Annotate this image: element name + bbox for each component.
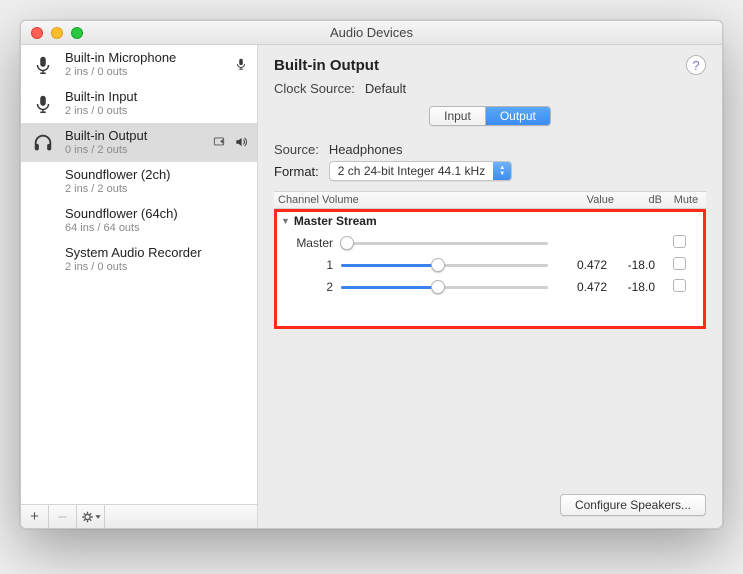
channel-row: 1 0.472-18.0 bbox=[281, 254, 699, 276]
tab-output[interactable]: Output bbox=[486, 107, 550, 125]
device-io: 2 ins / 0 outs bbox=[65, 105, 241, 119]
device-name: Built-in Output bbox=[65, 128, 203, 144]
stream-label: Master Stream bbox=[294, 214, 377, 228]
default-input-icon bbox=[233, 57, 249, 74]
mute-cell bbox=[659, 257, 699, 273]
device-io: 2 ins / 0 outs bbox=[65, 66, 225, 80]
channel-volume-table: Channel Volume Value dB Mute ▼ Master St… bbox=[274, 191, 706, 484]
device-name: Soundflower (2ch) bbox=[65, 167, 241, 183]
window-title: Audio Devices bbox=[21, 25, 722, 40]
channel-label: 2 bbox=[281, 280, 341, 294]
main-panel: Built-in Output ? Clock Source: Default … bbox=[258, 45, 722, 528]
col-mute: Mute bbox=[666, 194, 706, 206]
remove-device-button[interactable]: – bbox=[49, 505, 77, 529]
device-row[interactable]: System Audio Recorder2 ins / 0 outs bbox=[21, 240, 257, 279]
device-name: System Audio Recorder bbox=[65, 245, 241, 261]
mute-checkbox[interactable] bbox=[673, 257, 686, 270]
volume-slider[interactable] bbox=[341, 264, 548, 267]
source-label: Source: bbox=[274, 142, 319, 157]
zoom-icon[interactable] bbox=[71, 27, 83, 39]
device-io: 2 ins / 2 outs bbox=[65, 183, 241, 197]
device-list: Built-in Microphone2 ins / 0 outsBuilt-i… bbox=[21, 45, 257, 504]
device-row[interactable]: Built-in Output0 ins / 2 outs bbox=[21, 123, 257, 162]
help-button[interactable]: ? bbox=[686, 55, 706, 75]
minimize-icon[interactable] bbox=[51, 27, 63, 39]
device-name: Soundflower (64ch) bbox=[65, 206, 241, 222]
device-title: Built-in Output bbox=[274, 57, 686, 74]
mute-cell bbox=[659, 279, 699, 295]
mic-icon bbox=[29, 54, 57, 76]
volume-slider[interactable] bbox=[341, 286, 548, 289]
system-output-icon bbox=[211, 135, 227, 152]
device-row[interactable]: Built-in Input2 ins / 0 outs bbox=[21, 84, 257, 123]
clock-source-label: Clock Source: bbox=[274, 81, 355, 96]
device-name: Built-in Microphone bbox=[65, 50, 225, 66]
device-io: 64 ins / 64 outs bbox=[65, 222, 241, 236]
col-value: Value bbox=[563, 194, 618, 206]
device-row[interactable]: Built-in Microphone2 ins / 0 outs bbox=[21, 45, 257, 84]
configure-speakers-button[interactable]: Configure Speakers... bbox=[560, 494, 706, 516]
action-menu-button[interactable] bbox=[77, 505, 105, 529]
channel-row: 2 0.472-18.0 bbox=[281, 276, 699, 298]
format-value: 2 ch 24-bit Integer 44.1 kHz bbox=[330, 162, 493, 180]
add-device-button[interactable]: + bbox=[21, 505, 49, 529]
mute-checkbox[interactable] bbox=[673, 235, 686, 248]
channel-label: 1 bbox=[281, 258, 341, 272]
channel-db: -18.0 bbox=[611, 258, 659, 272]
chevron-updown-icon bbox=[493, 162, 511, 180]
clock-source-value: Default bbox=[365, 81, 406, 96]
headphones-icon bbox=[29, 132, 57, 154]
sidebar-footer: + – bbox=[21, 504, 257, 528]
volume-slider bbox=[341, 242, 548, 245]
disclosure-triangle-icon[interactable]: ▼ bbox=[281, 216, 290, 226]
traffic-lights bbox=[21, 27, 83, 39]
channel-db: -18.0 bbox=[611, 280, 659, 294]
gear-icon bbox=[80, 510, 102, 524]
device-row[interactable]: Soundflower (2ch)2 ins / 2 outs bbox=[21, 162, 257, 201]
device-sidebar: Built-in Microphone2 ins / 0 outsBuilt-i… bbox=[21, 45, 258, 528]
mute-checkbox[interactable] bbox=[673, 279, 686, 292]
device-name: Built-in Input bbox=[65, 89, 241, 105]
format-label: Format: bbox=[274, 164, 319, 179]
channel-row: Master bbox=[281, 232, 699, 254]
device-io: 2 ins / 0 outs bbox=[65, 261, 241, 275]
channel-label: Master bbox=[281, 236, 341, 250]
format-select[interactable]: 2 ch 24-bit Integer 44.1 kHz bbox=[329, 161, 512, 181]
device-io: 0 ins / 2 outs bbox=[65, 144, 203, 158]
col-channel: Channel Volume bbox=[274, 194, 563, 206]
source-value: Headphones bbox=[329, 142, 403, 157]
close-icon[interactable] bbox=[31, 27, 43, 39]
default-output-icon bbox=[233, 135, 249, 152]
highlight-box: ▼ Master Stream Master 1 0.472-18.0 2 0.472-… bbox=[274, 209, 706, 329]
titlebar[interactable]: Audio Devices bbox=[21, 21, 722, 45]
audio-devices-window: Audio Devices Built-in Microphone2 ins /… bbox=[20, 20, 723, 529]
tab-input[interactable]: Input bbox=[430, 107, 486, 125]
channel-value: 0.472 bbox=[556, 258, 611, 272]
channel-value: 0.472 bbox=[556, 280, 611, 294]
mic-icon bbox=[29, 93, 57, 115]
stream-row[interactable]: ▼ Master Stream bbox=[281, 214, 699, 228]
mute-cell bbox=[659, 235, 699, 251]
io-segment: Input Output bbox=[429, 106, 551, 126]
col-db: dB bbox=[618, 194, 666, 206]
device-row[interactable]: Soundflower (64ch)64 ins / 64 outs bbox=[21, 201, 257, 240]
